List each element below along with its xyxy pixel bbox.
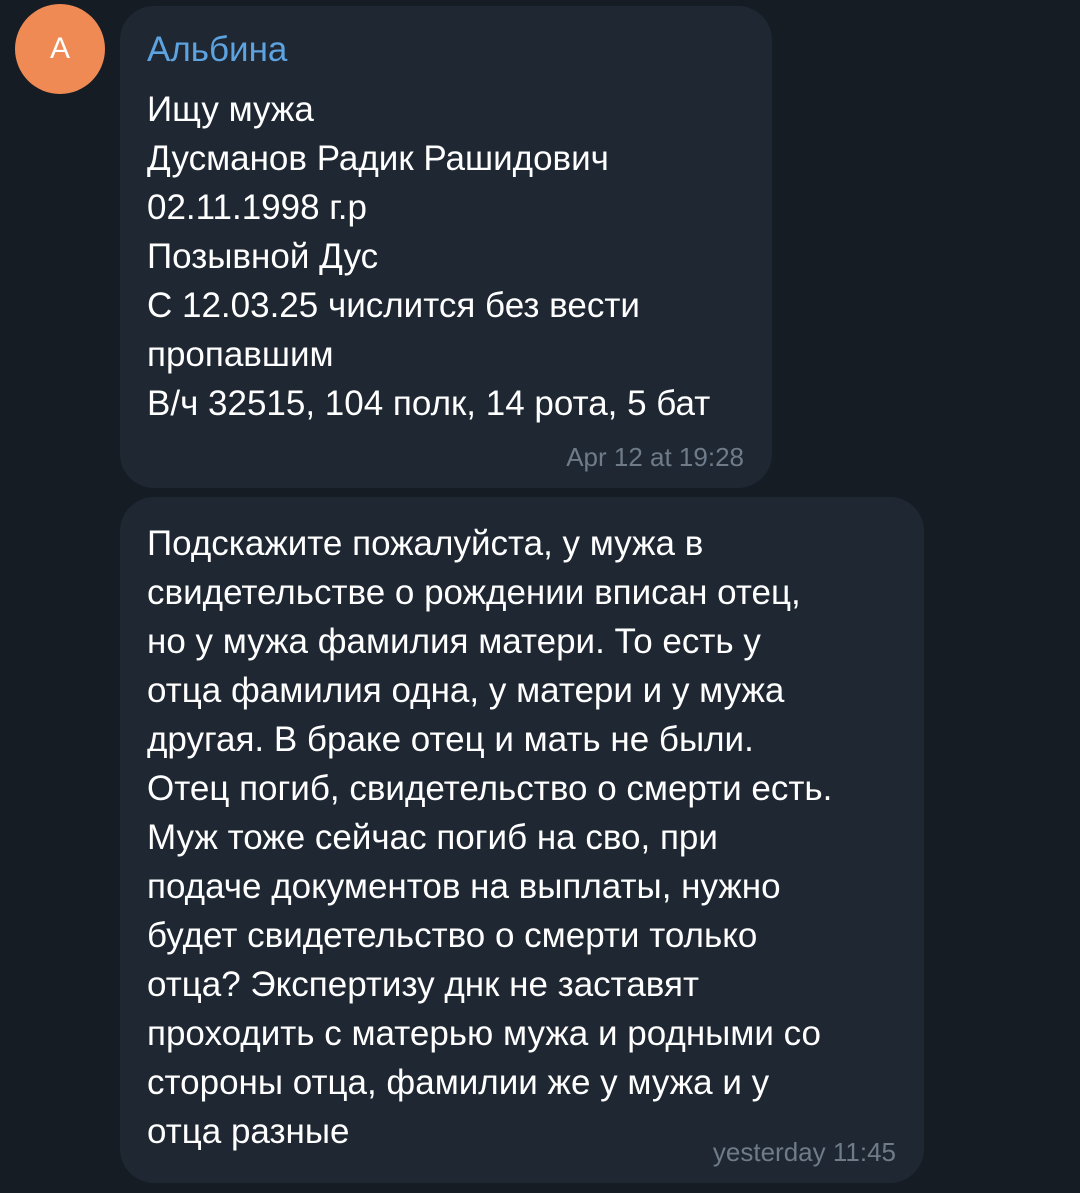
- message-line: отца фамилия одна, у матери и у мужа: [147, 671, 785, 710]
- avatar[interactable]: А: [15, 4, 105, 94]
- message-timestamp: Apr 12 at 19:28: [566, 442, 744, 472]
- message-timestamp: yesterday 11:45: [712, 1137, 896, 1167]
- message-bubble[interactable]: Подскажите пожалуйста, у мужа в свидетел…: [120, 497, 924, 1183]
- message-line: В/ч 32515, 104 полк, 14 рота, 5 бат: [147, 384, 711, 423]
- sender-name[interactable]: Альбина: [147, 28, 287, 72]
- message-bubble[interactable]: Альбина Ищу мужа Дусманов Радик Рашидови…: [120, 6, 772, 488]
- message-text: Подскажите пожалуйста, у мужа в свидетел…: [147, 519, 832, 1156]
- message-line: Дусманов Радик Рашидович: [147, 139, 609, 178]
- message-line: другая. В браке отец и мать не были.: [147, 720, 754, 759]
- message-line: проходить с матерью мужа и родными со: [147, 1014, 822, 1053]
- message-line: пропавшим: [147, 335, 334, 374]
- message-line: Ищу мужа: [147, 90, 314, 129]
- message-line: но у мужа фамилия матери. То есть у: [147, 622, 761, 661]
- message-text: Ищу мужа Дусманов Радик Рашидович 02.11.…: [147, 85, 710, 428]
- message-line: Отец погиб, свидетельство о смерти есть.: [147, 769, 833, 808]
- message-line: Позывной Дус: [147, 237, 379, 276]
- message-line: 02.11.1998 г.р: [147, 188, 367, 227]
- message-line: С 12.03.25 числится без вести: [147, 286, 640, 325]
- message-line: свидетельстве о рождении вписан отец,: [147, 573, 801, 612]
- message-line: стороны отца, фамилии же у мужа и у: [147, 1063, 770, 1102]
- message-line: Муж тоже сейчас погиб на сво, при: [147, 818, 718, 857]
- message-line: подаче документов на выплаты, нужно: [147, 867, 781, 906]
- message-line: будет свидетельство о смерти только: [147, 916, 758, 955]
- message-line: отца? Экспертизу днк не заставят: [147, 965, 699, 1004]
- avatar-letter: А: [49, 32, 70, 65]
- message-line: Подскажите пожалуйста, у мужа в: [147, 524, 704, 563]
